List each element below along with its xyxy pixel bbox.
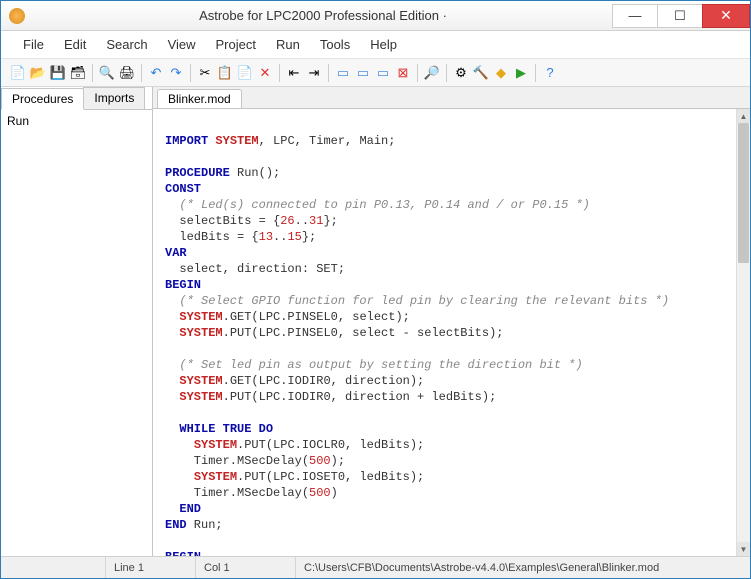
redo-icon[interactable]: ↷	[167, 64, 185, 82]
maximize-button[interactable]: ☐	[657, 4, 703, 28]
app-icon	[9, 8, 25, 24]
menu-help[interactable]: Help	[362, 35, 405, 54]
tab-procedures[interactable]: Procedures	[1, 88, 84, 110]
window-title: Astrobe for LPC2000 Professional Edition…	[33, 8, 613, 23]
close-button[interactable]: ✕	[702, 4, 750, 28]
menu-search[interactable]: Search	[98, 35, 155, 54]
build-icon[interactable]: 🔨	[472, 64, 490, 82]
undo-icon[interactable]: ↶	[147, 64, 165, 82]
scroll-up-icon[interactable]: ▲	[737, 109, 750, 123]
save-icon[interactable]: 💾	[49, 64, 67, 82]
side-panel: Procedures Imports Run	[1, 87, 153, 556]
window3-icon[interactable]: ▭	[374, 64, 392, 82]
status-line: Line 1	[106, 557, 196, 578]
menu-bar: File Edit Search View Project Run Tools …	[1, 31, 750, 59]
window2-icon[interactable]: ▭	[354, 64, 372, 82]
separator	[92, 64, 93, 82]
status-cell	[1, 557, 106, 578]
menu-project[interactable]: Project	[208, 35, 264, 54]
open-file-icon[interactable]: 📂	[29, 64, 47, 82]
separator	[328, 64, 329, 82]
menu-file[interactable]: File	[15, 35, 52, 54]
paste-icon[interactable]: 📄	[236, 64, 254, 82]
outdent-icon[interactable]: ⇤	[285, 64, 303, 82]
print-preview-icon[interactable]: 🔍	[98, 64, 116, 82]
print-icon[interactable]: 🖨	[118, 64, 136, 82]
run-icon[interactable]: ▶	[512, 64, 530, 82]
code-area[interactable]: IMPORT SYSTEM, LPC, Timer, Main; PROCEDU…	[153, 109, 736, 556]
copy-icon[interactable]: 📋	[216, 64, 234, 82]
menu-edit[interactable]: Edit	[56, 35, 94, 54]
status-bar: Line 1 Col 1 C:\Users\CFB\Documents\Astr…	[1, 556, 750, 578]
vertical-scrollbar[interactable]: ▲ ▼	[736, 109, 750, 556]
indent-icon[interactable]: ⇥	[305, 64, 323, 82]
separator	[446, 64, 447, 82]
window1-icon[interactable]: ▭	[334, 64, 352, 82]
check-icon[interactable]: ◆	[492, 64, 510, 82]
cut-icon[interactable]: ✂	[196, 64, 214, 82]
delete-icon[interactable]: ✕	[256, 64, 274, 82]
scroll-down-icon[interactable]: ▼	[737, 542, 750, 556]
find-icon[interactable]: 🔎	[423, 64, 441, 82]
editor-tab[interactable]: Blinker.mod	[157, 89, 242, 108]
help-icon[interactable]: ?	[541, 64, 559, 82]
separator	[141, 64, 142, 82]
separator	[535, 64, 536, 82]
minimize-button[interactable]: —	[612, 4, 658, 28]
window-close-icon[interactable]: ⊠	[394, 64, 412, 82]
scrollbar-thumb[interactable]	[738, 123, 749, 263]
code-editor[interactable]: IMPORT SYSTEM, LPC, Timer, Main; PROCEDU…	[153, 109, 750, 556]
procedures-list[interactable]: Run	[1, 110, 152, 556]
list-item[interactable]: Run	[7, 114, 146, 128]
title-bar: Astrobe for LPC2000 Professional Edition…	[1, 1, 750, 31]
separator	[279, 64, 280, 82]
status-filepath: C:\Users\CFB\Documents\Astrobe-v4.4.0\Ex…	[296, 562, 750, 574]
menu-view[interactable]: View	[160, 35, 204, 54]
gear-icon[interactable]: ⚙	[452, 64, 470, 82]
menu-tools[interactable]: Tools	[312, 35, 358, 54]
status-column: Col 1	[196, 557, 296, 578]
new-file-icon[interactable]: 📄	[9, 64, 27, 82]
separator	[417, 64, 418, 82]
separator	[190, 64, 191, 82]
tab-imports[interactable]: Imports	[83, 87, 145, 109]
save-all-icon[interactable]: 🗃	[69, 64, 87, 82]
menu-run[interactable]: Run	[268, 35, 308, 54]
toolbar: 📄 📂 💾 🗃 🔍 🖨 ↶ ↷ ✂ 📋 📄 ✕ ⇤ ⇥ ▭ ▭ ▭ ⊠ 🔎 ⚙ …	[1, 59, 750, 87]
